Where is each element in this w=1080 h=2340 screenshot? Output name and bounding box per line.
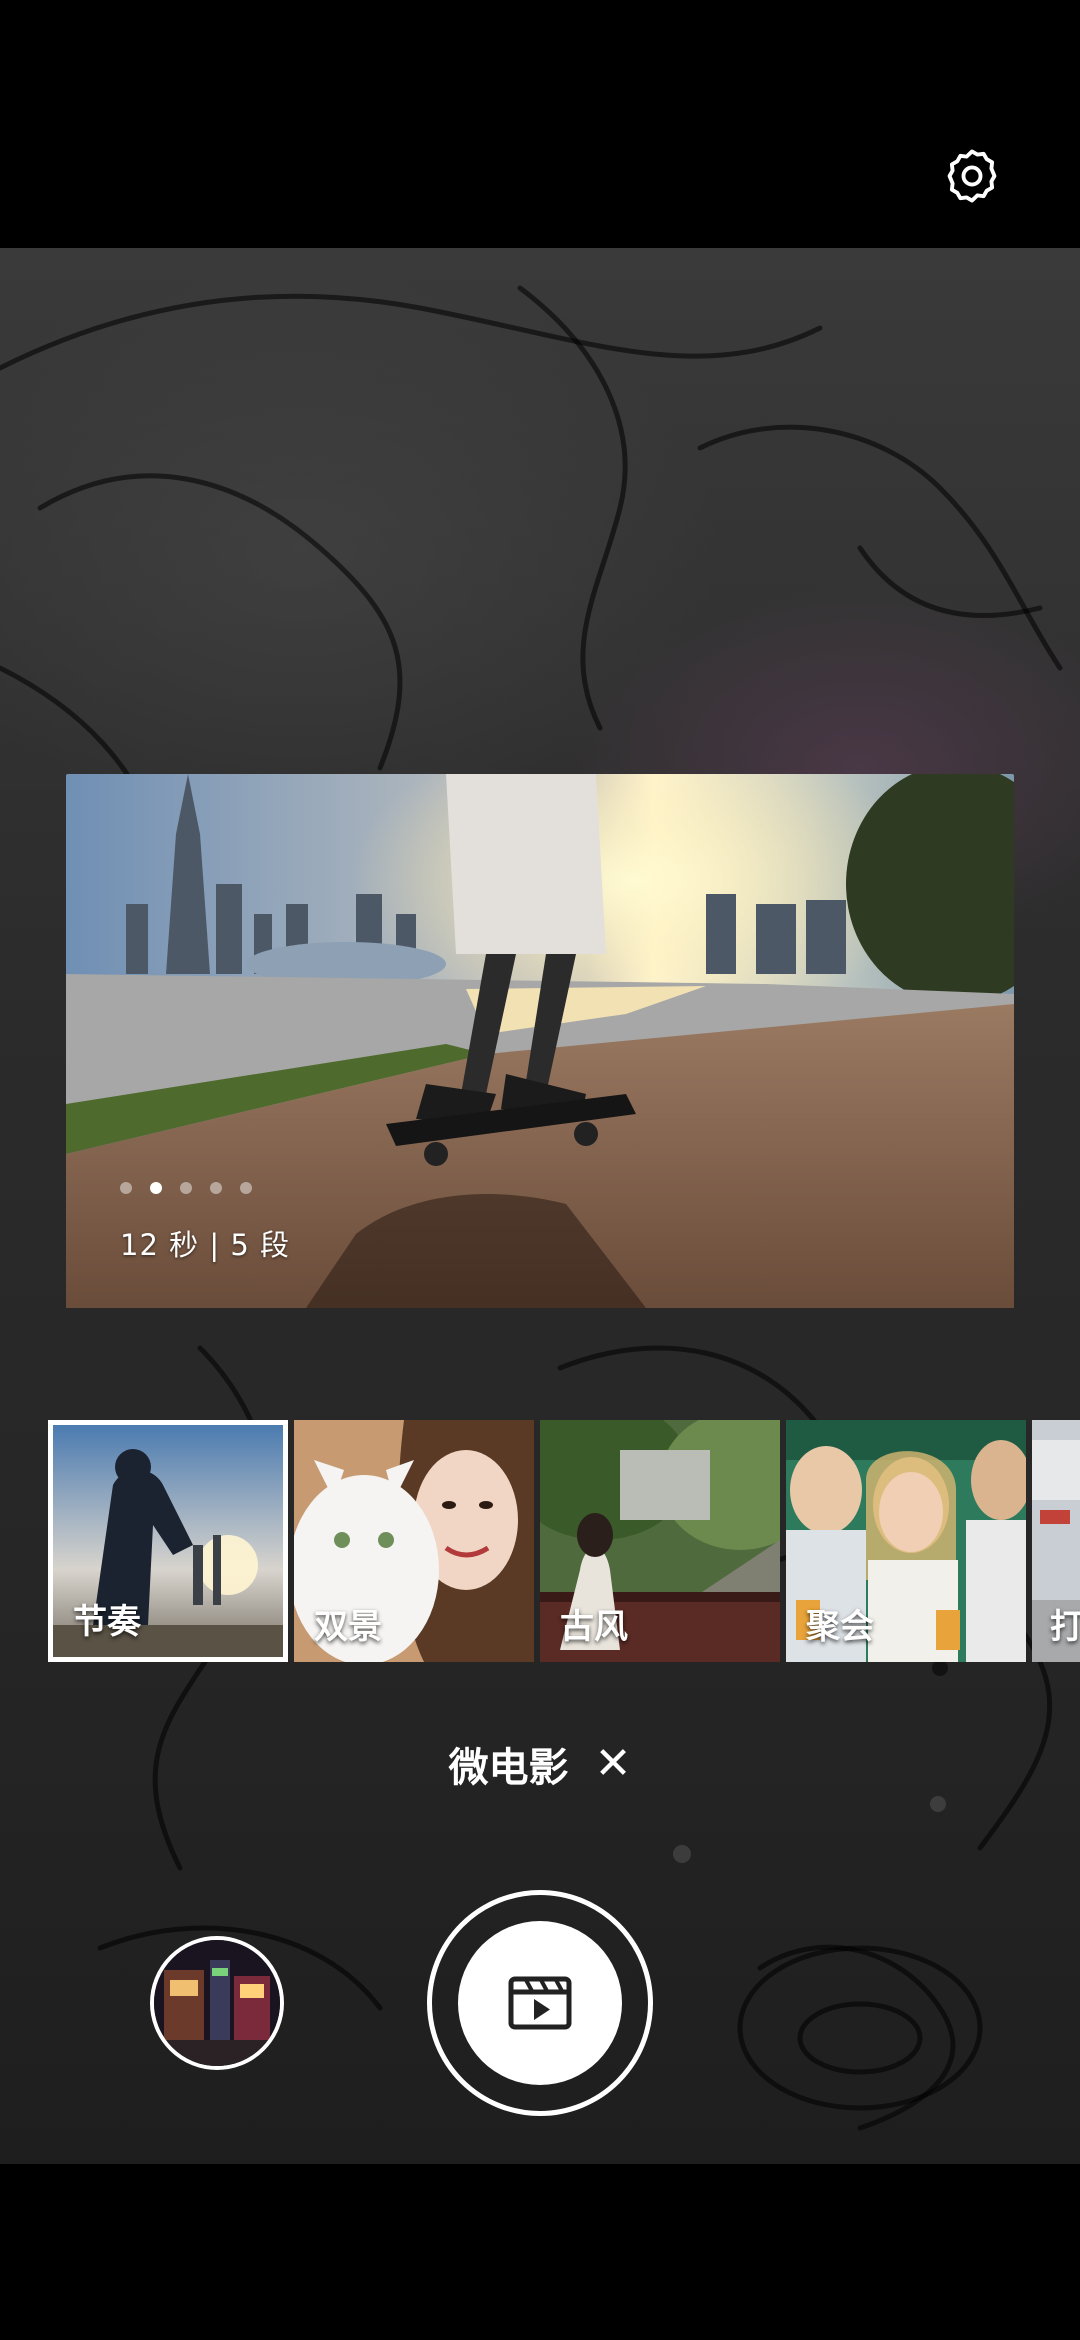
- mode-label: 微电影: [448, 1745, 569, 1791]
- preview-page-indicator: [120, 1182, 252, 1194]
- settings-button[interactable]: [936, 140, 1008, 212]
- page-dot: [210, 1182, 222, 1194]
- gallery-thumbnail-button[interactable]: [150, 1936, 284, 2070]
- top-bar: [0, 0, 1080, 248]
- template-partial-label: 打: [1050, 1607, 1080, 1647]
- video-clapper-icon: [508, 1976, 572, 2030]
- gear-icon: [947, 149, 997, 203]
- page-dot: [240, 1182, 252, 1194]
- template-dual-view[interactable]: 双景: [294, 1420, 534, 1662]
- template-dual-view-label: 双景: [314, 1607, 382, 1647]
- template-ancient-style-label: 古风: [560, 1607, 628, 1647]
- template-rhythm[interactable]: 节奏: [48, 1420, 288, 1662]
- template-ancient-style[interactable]: 古风: [540, 1420, 780, 1662]
- template-preview[interactable]: 12 秒 | 5 段: [66, 774, 1014, 1308]
- page-dot: [120, 1182, 132, 1194]
- template-party[interactable]: 聚会: [786, 1420, 1026, 1662]
- template-partial[interactable]: 打: [1032, 1420, 1080, 1662]
- template-rhythm-label: 节奏: [73, 1602, 141, 1642]
- page-dot: [180, 1182, 192, 1194]
- bottom-bar: [0, 2164, 1080, 2340]
- template-strip[interactable]: 节奏 双景 古风 聚会 打: [0, 1420, 1080, 1662]
- close-mode-button[interactable]: ✕: [595, 1742, 632, 1786]
- template-party-label: 聚会: [806, 1607, 874, 1647]
- preview-duration-text: 12 秒 | 5 段: [120, 1228, 290, 1262]
- mode-row: 微电影 ✕: [0, 1736, 1080, 1792]
- page-dot: [150, 1182, 162, 1194]
- gallery-thumbnail-image: [154, 1940, 280, 2066]
- record-button[interactable]: [458, 1921, 622, 2085]
